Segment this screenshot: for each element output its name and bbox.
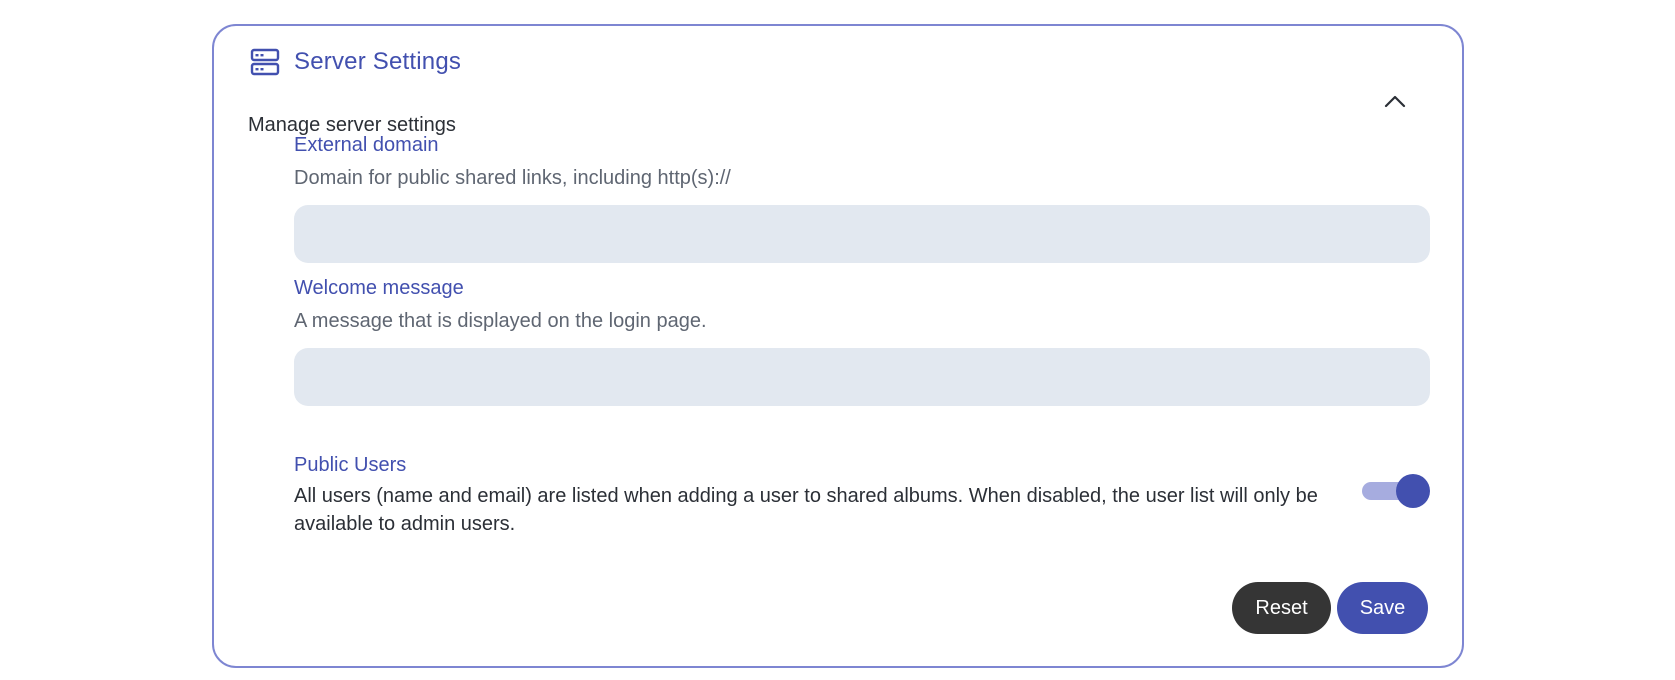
public-users-label: Public Users xyxy=(294,454,407,476)
external-domain-input[interactable] xyxy=(294,205,1430,263)
public-users-toggle[interactable] xyxy=(1362,474,1430,508)
public-users-description: All users (name and email) are listed wh… xyxy=(294,485,1318,535)
external-domain-field: External domain Domain for public shared… xyxy=(294,132,1430,263)
welcome-message-label: Welcome message xyxy=(294,277,464,299)
form-actions: Reset Save xyxy=(1232,582,1428,634)
public-users-setting: Public Users All users (name and email) … xyxy=(294,452,1430,538)
section-title: Server Settings xyxy=(294,48,462,75)
welcome-message-field: Welcome message A message that is displa… xyxy=(294,275,1430,406)
server-settings-card: Server Settings Manage server settings E… xyxy=(212,24,1464,668)
save-button[interactable]: Save xyxy=(1337,582,1428,634)
welcome-message-description: A message that is displayed on the login… xyxy=(294,310,707,332)
reset-button[interactable]: Reset xyxy=(1232,582,1331,634)
section-header: Server Settings xyxy=(250,48,461,76)
server-icon xyxy=(250,48,280,76)
external-domain-label: External domain xyxy=(294,134,439,156)
welcome-message-input[interactable] xyxy=(294,348,1430,406)
collapse-button[interactable] xyxy=(1378,84,1412,118)
chevron-up-icon xyxy=(1384,95,1406,108)
toggle-knob xyxy=(1396,474,1430,508)
external-domain-description: Domain for public shared links, includin… xyxy=(294,167,731,189)
